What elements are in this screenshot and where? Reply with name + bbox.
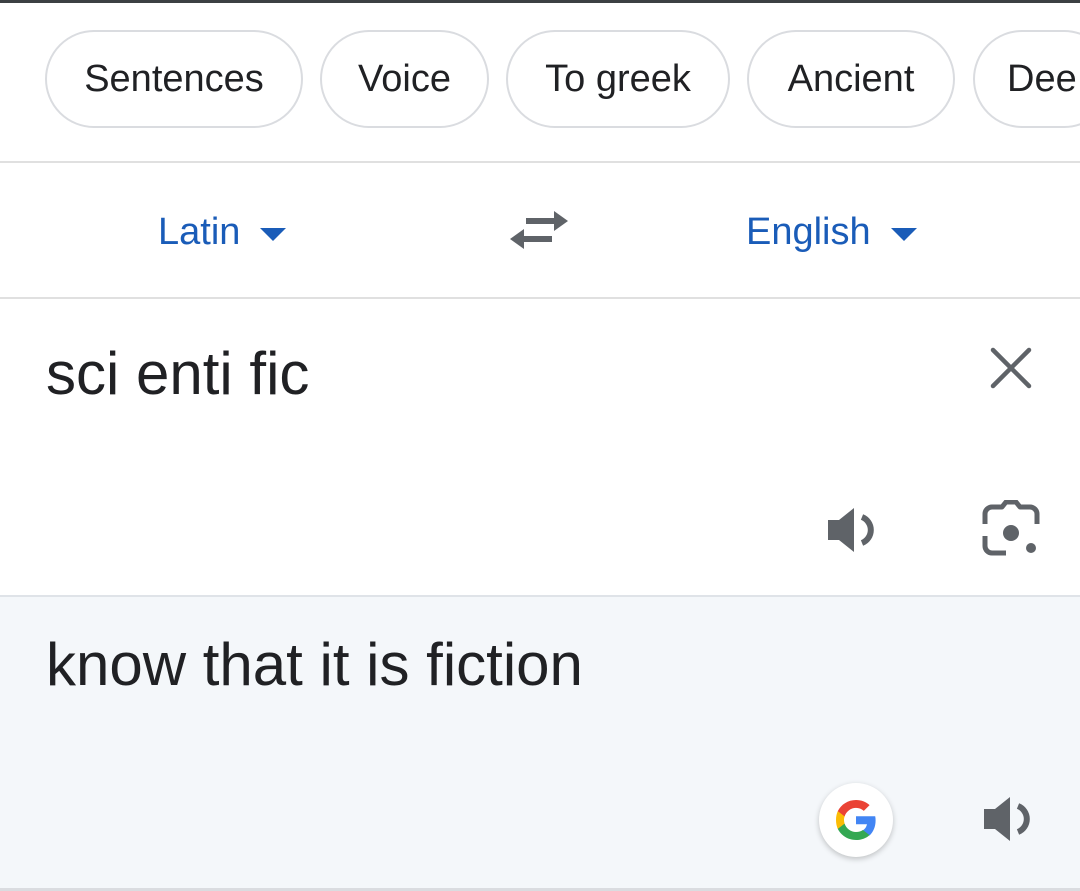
translation-text: know that it is fiction — [46, 631, 583, 698]
clear-button[interactable] — [987, 344, 1035, 392]
speaker-icon — [984, 797, 1030, 841]
chip-ancient[interactable]: Ancient — [747, 30, 955, 128]
chip-sentences[interactable]: Sentences — [45, 30, 303, 128]
swap-languages-button[interactable] — [508, 205, 570, 255]
target-language-label: English — [746, 211, 871, 253]
source-language-label: Latin — [158, 211, 241, 253]
chip-voice[interactable]: Voice — [320, 30, 489, 128]
chip-partial[interactable]: Dee — [973, 30, 1080, 128]
source-language-select[interactable]: Latin — [158, 200, 287, 264]
chip-to-greek[interactable]: To greek — [506, 30, 730, 128]
swap-languages-icon — [510, 211, 568, 249]
camera-lens-icon — [982, 499, 1040, 556]
source-text-input[interactable]: sci enti fic — [46, 336, 309, 412]
translation-panel: know that it is fiction — [0, 595, 1080, 891]
google-button[interactable] — [819, 783, 893, 857]
google-logo-icon — [836, 800, 876, 840]
listen-source-button[interactable] — [824, 500, 884, 560]
chevron-down-icon — [890, 227, 917, 241]
target-language-select[interactable]: English — [746, 200, 917, 264]
translate-screen: Sentences Voice To greek Ancient Dee Lat… — [0, 0, 1080, 891]
camera-translate-button[interactable] — [980, 499, 1042, 560]
close-icon — [990, 347, 1032, 389]
suggestion-chips: Sentences Voice To greek Ancient Dee — [0, 30, 1080, 132]
listen-translation-button[interactable] — [980, 789, 1040, 849]
divider — [0, 161, 1080, 163]
divider — [0, 297, 1080, 299]
top-border — [0, 0, 1080, 3]
chevron-down-icon — [260, 227, 287, 241]
speaker-icon — [828, 508, 874, 552]
